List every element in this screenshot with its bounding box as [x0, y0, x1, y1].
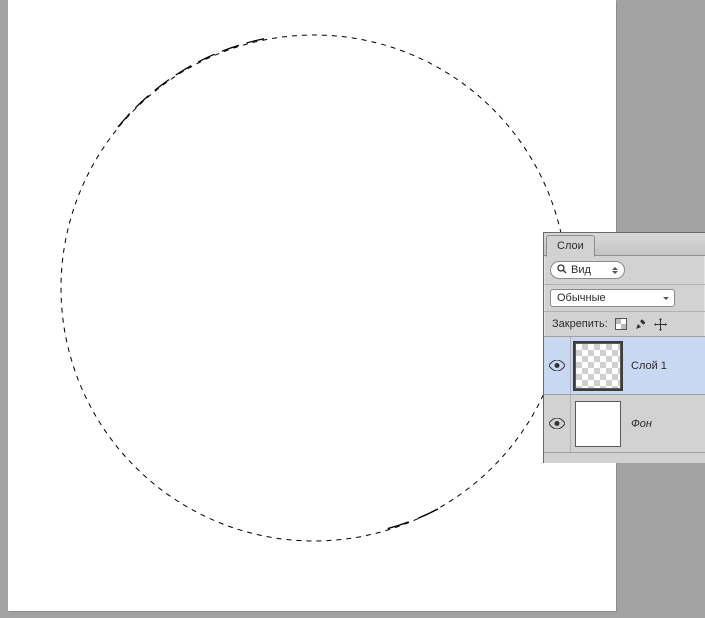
- lock-label: Закрепить:: [552, 318, 608, 330]
- thumbnail-area: [571, 343, 627, 389]
- stepper-icon: [610, 262, 620, 278]
- layer-thumbnail[interactable]: [575, 401, 621, 447]
- layer-row[interactable]: Фон: [544, 395, 705, 453]
- eye-icon: [549, 360, 565, 371]
- layers-panel: Слои Вид Обычные Закрепить:: [543, 232, 705, 463]
- lock-transparency-icon[interactable]: [614, 317, 628, 331]
- eye-icon: [549, 418, 565, 429]
- layer-filter-kind[interactable]: Вид: [550, 261, 625, 279]
- layer-name[interactable]: Слой 1: [627, 360, 667, 372]
- layer-filter-kind-label: Вид: [571, 264, 591, 276]
- document-canvas[interactable]: [8, 0, 616, 611]
- visibility-toggle[interactable]: [544, 395, 571, 452]
- blend-mode-label: Обычные: [557, 292, 606, 304]
- thumbnail-area: [571, 401, 627, 447]
- tab-layers[interactable]: Слои: [546, 235, 595, 257]
- blend-mode-select[interactable]: Обычные: [550, 289, 675, 307]
- marquee-selection: [58, 32, 570, 544]
- blend-row: Обычные: [544, 285, 705, 312]
- layer-thumbnail[interactable]: [575, 343, 621, 389]
- lock-paint-icon[interactable]: [634, 317, 648, 331]
- search-icon: [557, 264, 567, 277]
- lock-move-icon[interactable]: [654, 317, 668, 331]
- visibility-toggle[interactable]: [544, 337, 571, 394]
- filter-row: Вид: [544, 256, 705, 285]
- panel-tab-bar: Слои: [544, 233, 705, 256]
- chevron-down-icon: [663, 297, 669, 300]
- layer-name[interactable]: Фон: [627, 418, 652, 430]
- layer-row[interactable]: Слой 1: [544, 337, 705, 395]
- lock-row: Закрепить:: [544, 312, 705, 337]
- layers-list: Слой 1 Фон: [544, 337, 705, 453]
- panel-spacer: [544, 453, 705, 463]
